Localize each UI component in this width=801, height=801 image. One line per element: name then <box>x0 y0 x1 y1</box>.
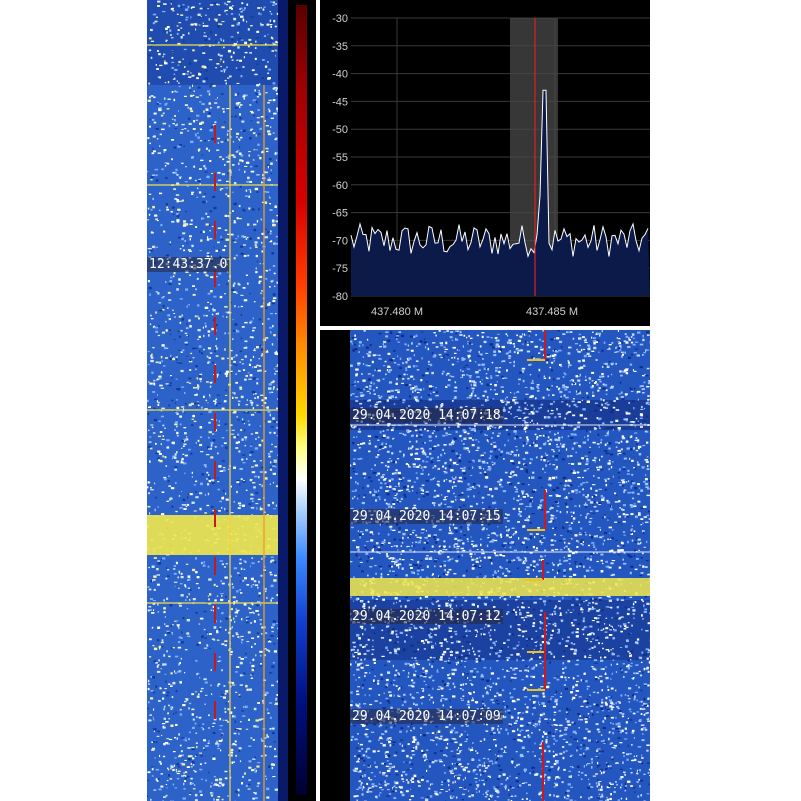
right-timestamp-label: 29.04.2020 14:07:18 <box>350 408 503 423</box>
y-tick-label: -75 <box>332 263 348 275</box>
left-waterfall-edge <box>278 0 288 801</box>
right-timestamp-label: 29.04.2020 14:07:15 <box>350 509 503 524</box>
right-waterfall-display[interactable]: 29.04.2020 14:07:18 29.04.2020 14:07:15 … <box>350 330 650 801</box>
spectrum-plot[interactable]: -30 -35 -40 -45 -50 -55 -60 -65 -70 -75 -80 437.480… <box>320 0 650 326</box>
y-tick-label: -55 <box>332 152 348 164</box>
y-tick-label: -60 <box>332 180 348 192</box>
y-tick-label: -40 <box>332 69 348 81</box>
x-tick-label: 437.485 M <box>526 306 578 318</box>
y-tick-label: -35 <box>332 41 348 53</box>
x-tick-label: 437.480 M <box>371 306 423 318</box>
right-timestamp-label: 29.04.2020 14:07:09 <box>350 709 503 724</box>
y-tick-label: -45 <box>332 96 348 108</box>
left-waterfall-canvas <box>147 0 278 801</box>
colorbar-gradient[interactable] <box>296 5 307 795</box>
y-tick-label: -65 <box>332 208 348 220</box>
y-tick-label: -50 <box>332 124 348 136</box>
right-waterfall-canvas <box>350 330 650 801</box>
left-timestamp-label: 12:43:37.0 <box>147 257 230 272</box>
right-timestamp-label: 29.04.2020 14:07:12 <box>350 609 503 624</box>
y-tick-label: -70 <box>332 235 348 247</box>
spectrum-canvas: -30 -35 -40 -45 -50 -55 -60 -65 -70 -75 -80 437.480… <box>332 13 650 318</box>
spectrum-fill <box>351 90 650 296</box>
left-waterfall-display[interactable]: 12:43:37.0 <box>147 0 278 801</box>
signal-burst-band <box>350 578 650 596</box>
y-tick-label: -30 <box>332 13 348 25</box>
y-tick-label: -80 <box>332 291 348 303</box>
signal-burst-band <box>147 515 278 555</box>
